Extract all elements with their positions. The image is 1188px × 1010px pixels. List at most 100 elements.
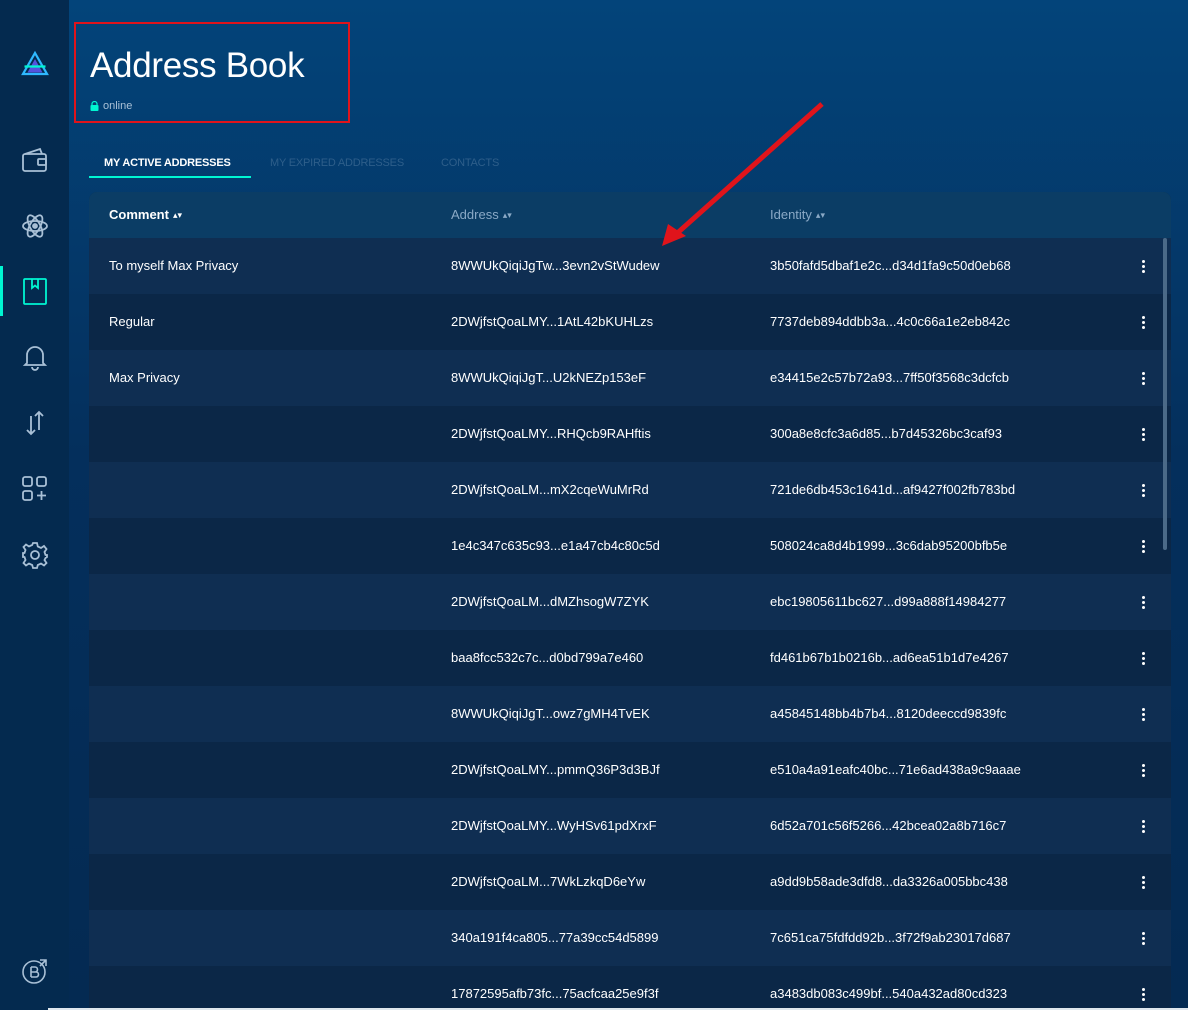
column-header-label: Address	[451, 207, 499, 222]
column-header-comment[interactable]: Comment ▴▾	[109, 207, 182, 222]
page-title: Address Book	[90, 46, 305, 85]
table-row[interactable]: Max Privacy 8WWUkQiqiJgT...U2kNEZp153eF e3…	[89, 350, 1171, 406]
row-identity: 3b50fafd5dbaf1e2c...d34d1fa9c50d0eb68	[770, 258, 1011, 273]
sidebar-item-utxo[interactable]	[0, 398, 69, 448]
gear-icon	[21, 542, 48, 569]
row-comment: To myself Max Privacy	[109, 258, 239, 273]
table-row[interactable]: 2DWjfstQoaLMY...pmmQ36P3d3BJf e510a4a91ea…	[89, 742, 1171, 798]
beam-logo-icon	[20, 50, 49, 76]
table-row[interactable]: 340a191f4ca805...77a39cc54d5899 7c651ca75…	[89, 910, 1171, 966]
row-identity: e510a4a91eafc40bc...71e6ad438a9c9aaae	[770, 762, 1021, 777]
row-actions-menu-icon[interactable]	[1133, 980, 1153, 1008]
wallet-icon	[21, 147, 47, 172]
sidebar-item-wallet[interactable]	[0, 136, 69, 186]
status-text: online	[103, 100, 133, 112]
row-address: 340a191f4ca805...77a39cc54d5899	[451, 930, 659, 945]
row-actions-menu-icon[interactable]	[1133, 364, 1153, 392]
column-header-label: Identity	[770, 207, 812, 222]
row-address: 2DWjfstQoaLMY...1AtL42bKUHLzs	[451, 314, 654, 329]
row-identity: 721de6db453c1641d...af9427f002fb783bd	[770, 482, 1016, 497]
sidebar-item-address-book[interactable]	[0, 266, 69, 316]
row-actions-menu-icon[interactable]	[1133, 532, 1153, 560]
table-scrollbar[interactable]	[1163, 238, 1167, 550]
table-row[interactable]: 8WWUkQiqiJgT...owz7gMH4TvEK a45845148bb4b…	[89, 686, 1171, 742]
sidebar-item-settings[interactable]	[0, 530, 69, 580]
transfer-arrows-icon	[25, 410, 44, 436]
table-row[interactable]: baa8fcc532c7c...d0bd799a7e460 fd461b67b1b…	[89, 630, 1171, 686]
sidebar-item-beamx[interactable]	[0, 946, 69, 996]
row-identity: 6d52a701c56f5266...42bcea02a8b716c7	[770, 818, 1007, 833]
row-actions-menu-icon[interactable]	[1133, 252, 1153, 280]
table-row[interactable]: 1e4c347c635c93...e1a47cb4c80c5d 508024ca8…	[89, 518, 1171, 574]
bell-icon	[22, 346, 47, 371]
apps-grid-icon	[21, 476, 47, 501]
row-address: 2DWjfstQoaLMY...RHQcb9RAHftis	[451, 426, 651, 441]
row-address: 2DWjfstQoaLMY...WyHSv61pdXrxF	[451, 818, 657, 833]
row-address: 2DWjfstQoaLMY...pmmQ36P3d3BJf	[451, 762, 660, 777]
row-comment: Regular	[109, 314, 155, 329]
column-header-identity[interactable]: Identity ▴▾	[770, 207, 825, 222]
row-address: 8WWUkQiqiJgTw...3evn2vStWudew	[451, 258, 660, 273]
row-identity: a45845148bb4b7b4...8120deeccd9839fc	[770, 706, 1007, 721]
table-row[interactable]: 2DWjfstQoaLMY...WyHSv61pdXrxF 6d52a701c56…	[89, 798, 1171, 854]
row-identity: 7c651ca75fdfdd92b...3f72f9ab23017d687	[770, 930, 1011, 945]
beamx-external-icon	[21, 959, 47, 984]
table-row[interactable]: 2DWjfstQoaLM...7WkLzkqD6eYw a9dd9b58ade3d…	[89, 854, 1171, 910]
row-identity: 7737deb894ddbb3a...4c0c66a1e2eb842c	[770, 314, 1011, 329]
address-book-icon	[22, 278, 47, 305]
lock-status-icon	[90, 101, 99, 111]
row-actions-menu-icon[interactable]	[1133, 812, 1153, 840]
sort-icon: ▴▾	[815, 210, 825, 220]
table-row[interactable]: 17872595afb73fc...75acfcaa25e9f3f a3483db…	[89, 966, 1171, 1010]
row-actions-menu-icon[interactable]	[1133, 644, 1153, 672]
row-address: 17872595afb73fc...75acfcaa25e9f3f	[451, 986, 659, 1001]
row-actions-menu-icon[interactable]	[1133, 924, 1153, 952]
row-address: baa8fcc532c7c...d0bd799a7e460	[451, 650, 644, 665]
active-tab-underline	[89, 176, 251, 178]
row-address: 2DWjfstQoaLM...mX2cqeWuMrRd	[451, 482, 649, 497]
table-row[interactable]: To myself Max Privacy 8WWUkQiqiJgTw...3ev…	[89, 238, 1171, 294]
row-actions-menu-icon[interactable]	[1133, 420, 1153, 448]
table-body: To myself Max Privacy 8WWUkQiqiJgTw...3ev…	[89, 238, 1171, 1010]
row-address: 8WWUkQiqiJgT...owz7gMH4TvEK	[451, 706, 650, 721]
row-identity: 508024ca8d4b1999...3c6dab95200bfb5e	[770, 538, 1008, 553]
sidebar-item-atomic-swap[interactable]	[0, 201, 69, 251]
row-identity: ebc19805611bc627...d99a888f14984277	[770, 594, 1007, 609]
beam-logo	[0, 40, 69, 90]
table-row[interactable]: 2DWjfstQoaLM...dMZhsogW7ZYK ebc19805611bc…	[89, 574, 1171, 630]
row-identity: 300a8e8cfc3a6d85...b7d45326bc3caf93	[770, 426, 1003, 441]
table-header: Comment ▴▾ Address ▴▾ Identity ▴▾	[89, 192, 1171, 238]
row-actions-menu-icon[interactable]	[1133, 588, 1153, 616]
row-identity: a9dd9b58ade3dfd8...da3326a005bbc438	[770, 874, 1008, 889]
sidebar	[0, 0, 69, 1010]
tab-contacts[interactable]: CONTACTS	[441, 150, 499, 178]
row-actions-menu-icon[interactable]	[1133, 700, 1153, 728]
sort-icon: ▴▾	[172, 210, 182, 220]
addresses-table: Comment ▴▾ Address ▴▾ Identity ▴▾ To myself…	[89, 192, 1171, 1010]
table-row[interactable]: 2DWjfstQoaLM...mX2cqeWuMrRd 721de6db453c1…	[89, 462, 1171, 518]
column-header-label: Comment	[109, 207, 169, 222]
row-actions-menu-icon[interactable]	[1133, 476, 1153, 504]
header: Address Book online	[74, 22, 350, 123]
row-actions-menu-icon[interactable]	[1133, 756, 1153, 784]
row-identity: fd461b67b1b0216b...ad6ea51b1d7e4267	[770, 650, 1009, 665]
connection-status: online	[90, 100, 132, 112]
sidebar-item-dapps[interactable]	[0, 464, 69, 514]
row-identity: a3483db083c499bf...540a432ad80cd323	[770, 986, 1008, 1001]
atom-icon	[21, 214, 48, 238]
tab-my-expired-addresses[interactable]: MY EXPIRED ADDRESSES	[270, 150, 404, 178]
sidebar-item-notifications[interactable]	[0, 332, 69, 382]
row-address: 2DWjfstQoaLM...7WkLzkqD6eYw	[451, 874, 646, 889]
row-comment: Max Privacy	[109, 370, 180, 385]
row-address: 2DWjfstQoaLM...dMZhsogW7ZYK	[451, 594, 649, 609]
row-identity: e34415e2c57b72a93...7ff50f3568c3dcfcb	[770, 370, 1010, 385]
tab-my-active-addresses[interactable]: MY ACTIVE ADDRESSES	[104, 150, 231, 178]
sort-icon: ▴▾	[502, 210, 512, 220]
table-row[interactable]: 2DWjfstQoaLMY...RHQcb9RAHftis 300a8e8cfc3…	[89, 406, 1171, 462]
row-actions-menu-icon[interactable]	[1133, 308, 1153, 336]
table-row[interactable]: Regular 2DWjfstQoaLMY...1AtL42bKUHLzs 7737…	[89, 294, 1171, 350]
column-header-address[interactable]: Address ▴▾	[451, 207, 512, 222]
row-address: 1e4c347c635c93...e1a47cb4c80c5d	[451, 538, 660, 553]
row-address: 8WWUkQiqiJgT...U2kNEZp153eF	[451, 370, 647, 385]
row-actions-menu-icon[interactable]	[1133, 868, 1153, 896]
